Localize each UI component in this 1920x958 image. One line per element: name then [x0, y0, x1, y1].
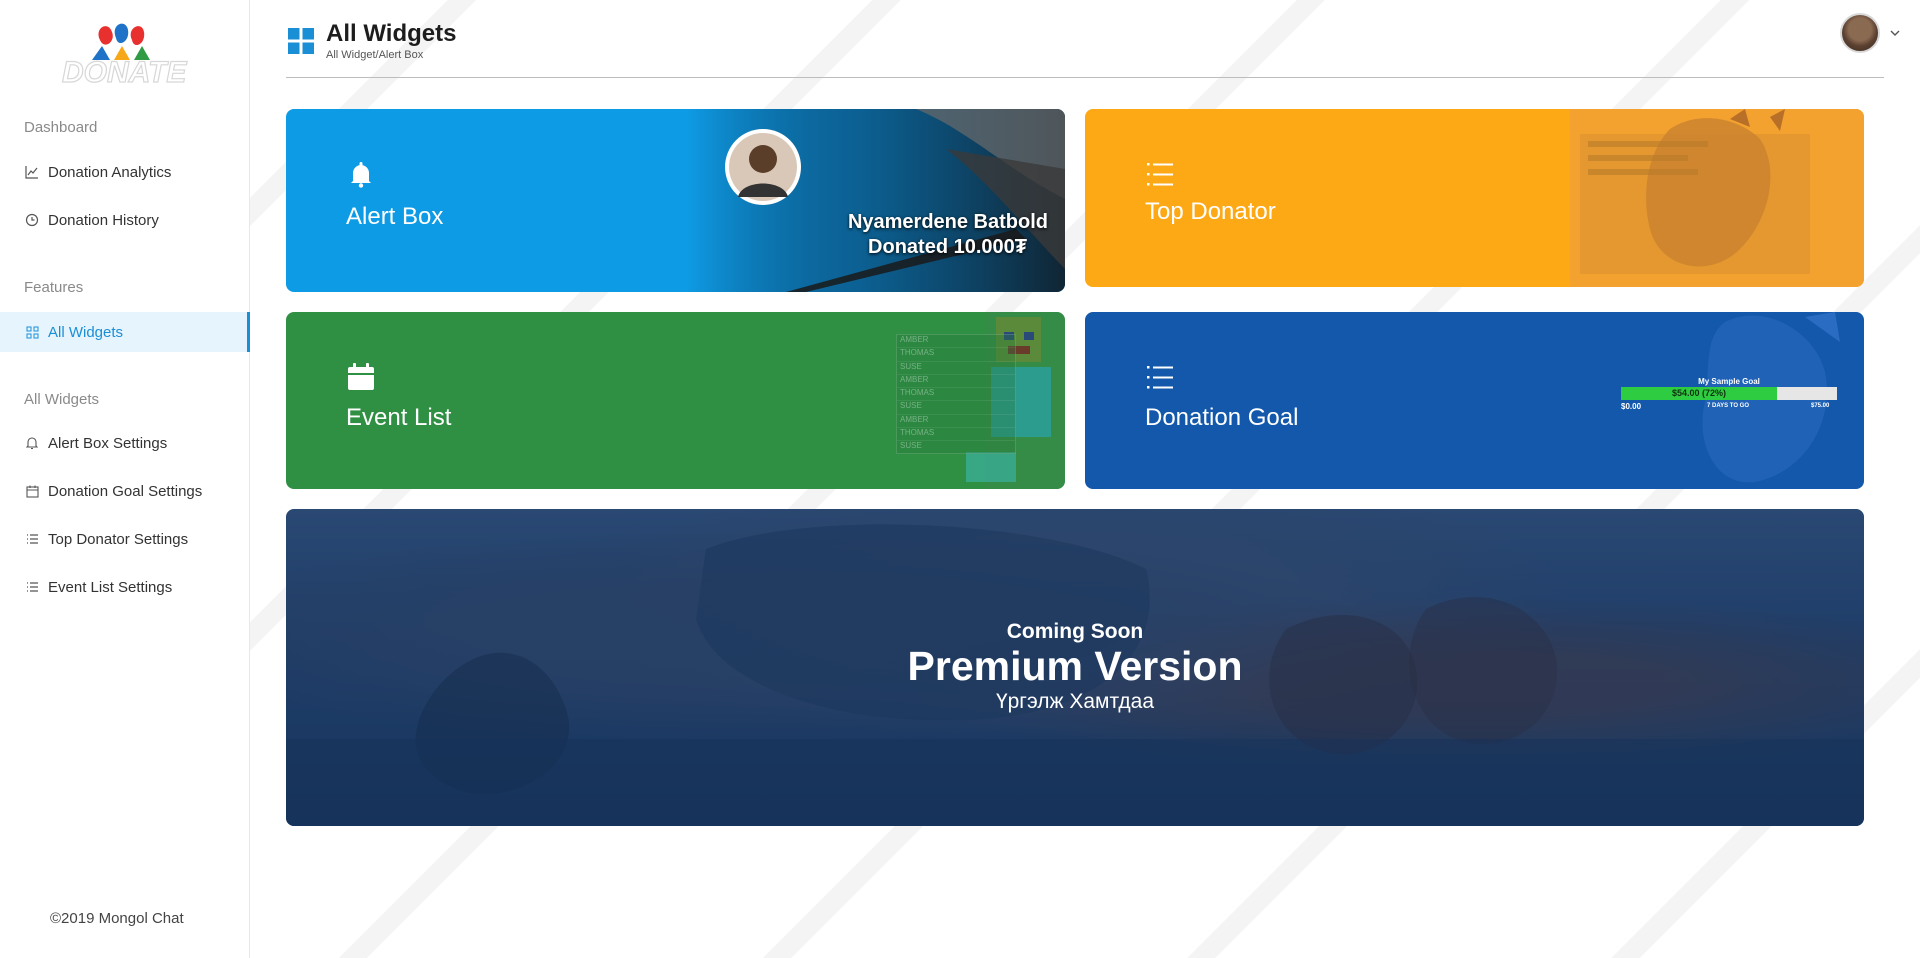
- sidebar: DONATE Dashboard Donation Analytics Dona…: [0, 0, 250, 958]
- event-row: SUSE: [897, 401, 1015, 415]
- goal-start-value: $0.00: [1621, 402, 1642, 411]
- alert-donor-name: Nyamerdene Batbold: [847, 211, 1048, 233]
- section-features: Features: [24, 279, 84, 296]
- bell-icon: [24, 435, 40, 451]
- list-icon: [1147, 163, 1173, 186]
- top-donator-title: Top Donator: [1145, 198, 1276, 225]
- goal-progress-amount: $54.00 (72%): [1671, 388, 1727, 398]
- sidebar-item-label: Top Donator Settings: [48, 530, 189, 548]
- premium-subtitle: Үргэлж Хамтдаа: [995, 690, 1155, 713]
- sidebar-item-label: Donation Analytics: [48, 163, 172, 181]
- donate-logo: DONATE: [61, 23, 188, 90]
- header-divider: [286, 77, 1884, 78]
- bell-icon: [351, 162, 371, 188]
- breadcrumb[interactable]: All Widget/Alert Box: [326, 49, 423, 61]
- sidebar-item-alert-box-settings[interactable]: Alert Box Settings: [0, 423, 250, 463]
- calendar-icon: [24, 483, 40, 499]
- sidebar-item-label: Event List Settings: [48, 578, 173, 596]
- donation-goal-preview-art: [1702, 312, 1840, 483]
- sidebar-item-label: Donation Goal Settings: [48, 482, 203, 500]
- alert-donated-amount: Donated 10.000₮: [868, 236, 1027, 258]
- premium-version-banner[interactable]: Coming Soon Premium Version Үргэлж Хамтд…: [286, 509, 1864, 826]
- logo-text: DONATE: [62, 56, 187, 89]
- list-icon: [24, 531, 40, 547]
- sidebar-item-top-donator-settings[interactable]: Top Donator Settings: [0, 519, 250, 559]
- event-row: SUSE: [900, 441, 922, 451]
- page-title: All Widgets: [326, 20, 457, 47]
- event-row: THOMAS: [897, 348, 1015, 362]
- top-donator-card[interactable]: Top Donator: [1085, 109, 1864, 287]
- sidebar-item-label: All Widgets: [48, 323, 124, 341]
- goal-label: My Sample Goal: [1698, 377, 1760, 386]
- goal-progress-bar: $54.00 (72%): [1621, 387, 1837, 400]
- alert-box-title: Alert Box: [346, 203, 444, 230]
- event-row: AMBER: [897, 415, 1015, 429]
- event-row: AMBER: [897, 375, 1015, 389]
- donation-goal-title: Donation Goal: [1145, 404, 1299, 431]
- event-row: THOMAS: [897, 428, 1015, 442]
- history-icon: [24, 212, 40, 228]
- calendar-icon: [348, 363, 374, 390]
- grid-icon: [24, 324, 40, 340]
- copyright-text: ©2019 Mongol Chat: [50, 910, 184, 927]
- sidebar-item-donation-analytics[interactable]: Donation Analytics: [0, 152, 250, 192]
- goal-days-left: 7 DAYS TO GO: [1707, 403, 1750, 409]
- user-avatar[interactable]: [1840, 13, 1880, 53]
- donation-goal-card[interactable]: My Sample Goal $54.00 (72%) $0.00 7 DAYS…: [1085, 312, 1864, 489]
- sidebar-item-donation-history[interactable]: Donation History: [0, 200, 250, 240]
- list-icon: [24, 579, 40, 595]
- event-row: AMBER: [897, 335, 1015, 349]
- sidebar-item-event-list-settings[interactable]: Event List Settings: [0, 567, 250, 607]
- chevron-down-icon[interactable]: [1889, 27, 1901, 39]
- goal-end-value: $75.00: [1811, 403, 1830, 409]
- widgets-grid-icon: [288, 28, 314, 54]
- list-icon: [1147, 366, 1173, 389]
- event-list-card[interactable]: AMBER THOMAS SUSE AMBER THOMAS SUSE AMBE…: [286, 312, 1065, 489]
- event-row: SUSE: [897, 362, 1015, 375]
- line-chart-icon: [24, 164, 40, 180]
- event-row: THOMAS: [897, 388, 1015, 402]
- premium-title: Premium Version: [907, 643, 1243, 689]
- sidebar-item-donation-goal-settings[interactable]: Donation Goal Settings: [0, 471, 250, 511]
- event-list-preview-rows: AMBER THOMAS SUSE AMBER THOMAS SUSE AMBE…: [896, 334, 1016, 454]
- sidebar-item-all-widgets[interactable]: All Widgets: [0, 312, 250, 352]
- alert-box-card[interactable]: Alert Box Nyamerdene Batbold Donated 10.…: [286, 109, 1065, 292]
- section-all-widgets: All Widgets: [24, 391, 100, 408]
- event-list-title: Event List: [346, 404, 452, 431]
- top-donator-preview-art: [1570, 109, 1864, 287]
- section-dashboard: Dashboard: [24, 119, 98, 136]
- sidebar-item-label: Alert Box Settings: [48, 434, 168, 452]
- coming-soon-label: Coming Soon: [1006, 620, 1144, 643]
- sidebar-item-label: Donation History: [48, 211, 159, 229]
- alert-box-preview-art: [686, 109, 1065, 292]
